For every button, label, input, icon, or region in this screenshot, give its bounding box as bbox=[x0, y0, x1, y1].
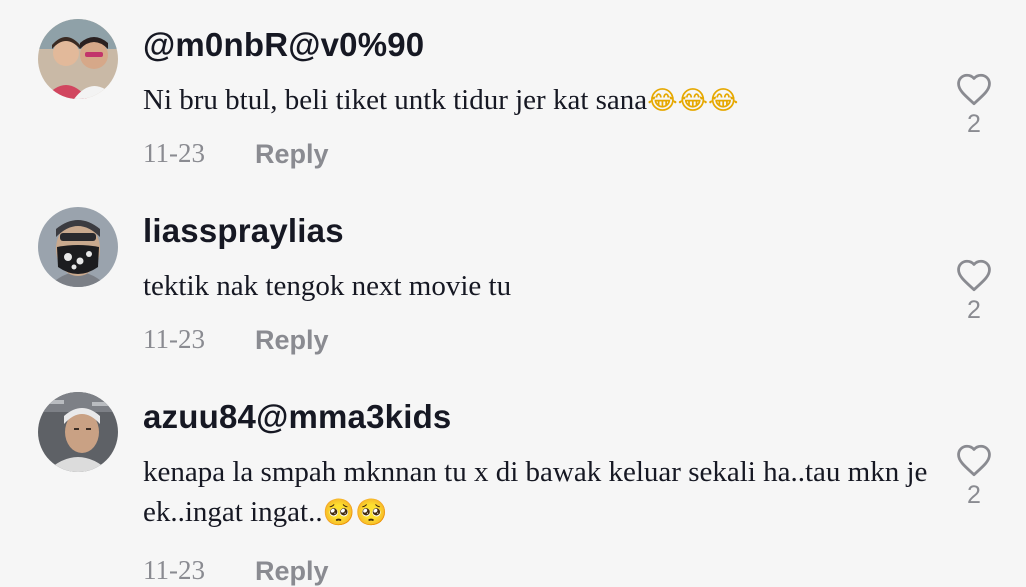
avatar-two-people-photo-icon bbox=[38, 19, 118, 99]
comment-text: kenapa la smpah mknnan tu x di bawak kel… bbox=[143, 452, 933, 533]
heart-icon[interactable] bbox=[955, 258, 993, 292]
comment-text-body: Ni bru btul, beli tiket untk tidur jer k… bbox=[143, 84, 648, 116]
avatar-person-selfie-photo-icon bbox=[38, 392, 118, 472]
like-count: 2 bbox=[967, 296, 981, 324]
comment-text-body: tektik nak tengok next movie tu bbox=[143, 270, 512, 302]
comment-item: @m0nbR@v0%90 Ni bru btul, beli tiket unt… bbox=[0, 0, 1026, 185]
like-button[interactable]: 2 bbox=[953, 258, 995, 325]
avatar[interactable] bbox=[38, 207, 118, 287]
like-count: 2 bbox=[967, 110, 981, 138]
reply-button[interactable]: Reply bbox=[255, 139, 329, 170]
reply-button[interactable]: Reply bbox=[255, 556, 329, 587]
comment-date: 11-23 bbox=[143, 555, 205, 585]
pleading-face-emoji-icon: 🥺🥺 bbox=[322, 498, 388, 528]
avatar[interactable] bbox=[38, 392, 118, 472]
like-button[interactable]: 2 bbox=[953, 443, 995, 510]
comment-item: azuu84@mma3kids kenapa la smpah mknnan t… bbox=[0, 371, 1026, 587]
comment-username[interactable]: azuu84@mma3kids bbox=[143, 398, 451, 436]
avatar[interactable] bbox=[38, 19, 118, 99]
like-button[interactable]: 2 bbox=[953, 72, 995, 139]
comment-text-body: kenapa la smpah mknnan tu x di bawak kel… bbox=[143, 456, 928, 528]
like-count: 2 bbox=[967, 481, 981, 509]
avatar-masked-person-photo-icon bbox=[38, 207, 118, 287]
comment-item: liasspraylias tektik nak tengok next mov… bbox=[0, 185, 1026, 371]
heart-icon[interactable] bbox=[955, 72, 993, 106]
comment-text: Ni bru btul, beli tiket untk tidur jer k… bbox=[143, 80, 933, 121]
comment-date: 11-23 bbox=[143, 324, 205, 354]
comment-date: 11-23 bbox=[143, 138, 205, 168]
reply-button[interactable]: Reply bbox=[255, 325, 329, 356]
heart-icon[interactable] bbox=[955, 443, 993, 477]
laughing-emoji-icon: 😂😂😂 bbox=[647, 86, 739, 116]
comment-username[interactable]: @m0nbR@v0%90 bbox=[143, 26, 424, 64]
comment-username[interactable]: liasspraylias bbox=[143, 212, 344, 250]
comment-text: tektik nak tengok next movie tu bbox=[143, 266, 933, 306]
